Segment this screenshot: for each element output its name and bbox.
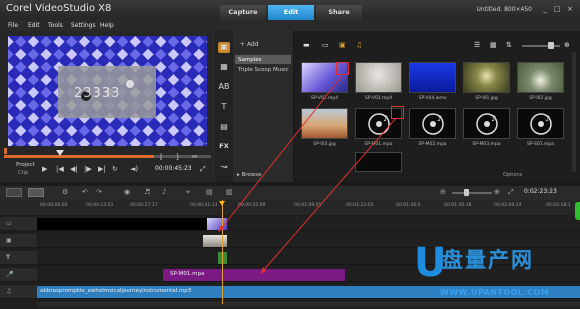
watermark-url: WWW.UPANTOOL.COM [440,288,550,297]
watermark-cn-text: 盘量产网 [442,248,534,272]
